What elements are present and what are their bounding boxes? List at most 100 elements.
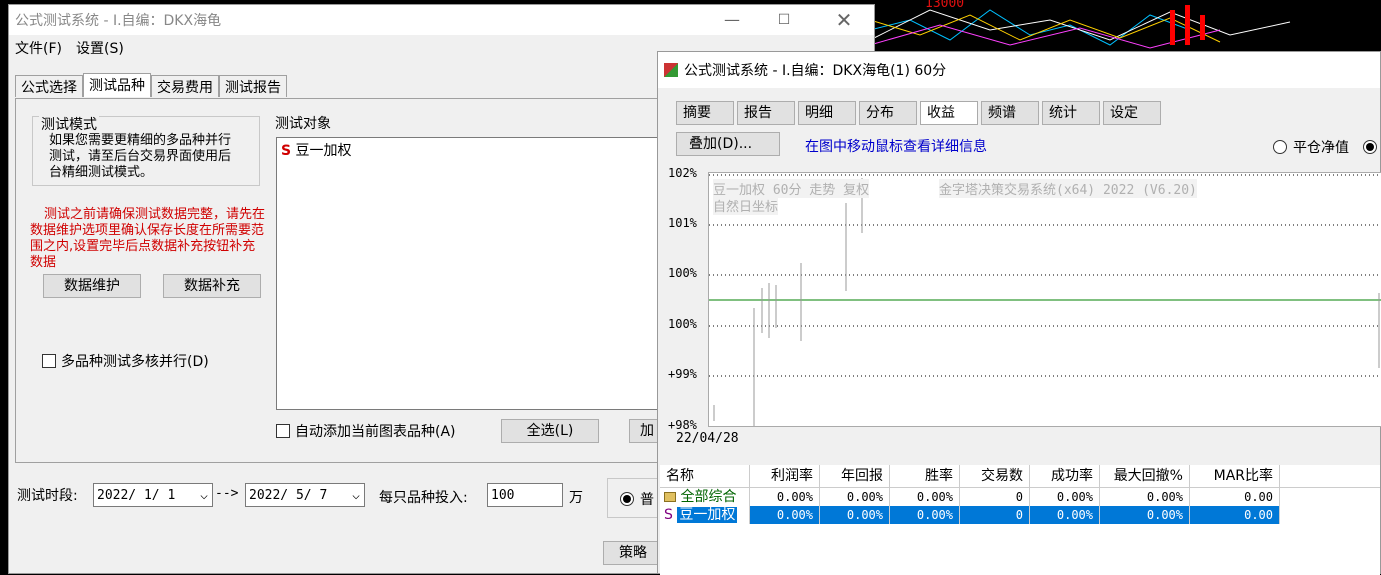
tab-detail[interactable]: 明细	[798, 101, 856, 125]
cell: 0.00%	[890, 488, 960, 506]
mode-text: 如果您需要更精细的多品种并行测试，请至后台交易界面使用后台精细测试模式。	[49, 133, 232, 180]
close-value-radio[interactable]	[1273, 140, 1287, 154]
tab-bar: 公式选择 测试品种 交易费用 测试报告	[15, 73, 287, 97]
y-tick: 101%	[668, 216, 697, 230]
tab-fees[interactable]: 交易费用	[151, 75, 219, 97]
result-table: 名称 利润率 年回报 胜率 交易数 成功率 最大回撤% MAR比率 全部综合 0…	[660, 465, 1380, 575]
cell: 0.00%	[750, 506, 820, 524]
close-value-label: 平仓净值	[1293, 140, 1349, 156]
overlay-button[interactable]: 叠加(D)...	[676, 132, 780, 156]
table-header: 名称 利润率 年回报 胜率 交易数 成功率 最大回撤% MAR比率	[660, 465, 1380, 488]
tab-report-2[interactable]: 报告	[737, 101, 795, 125]
cell: 0.00%	[1030, 506, 1100, 524]
tab-returns[interactable]: 收益	[920, 101, 978, 125]
chevron-down-icon: ⌵	[352, 487, 360, 503]
y-tick: 100%	[668, 266, 697, 280]
strategy-button[interactable]: 策略	[603, 541, 663, 565]
period-label: 测试时段:	[17, 488, 78, 504]
tab-formula[interactable]: 公式选择	[15, 75, 83, 97]
row-name-text: 全部综合	[680, 489, 737, 505]
invest-unit: 万	[569, 490, 583, 506]
auto-add-option[interactable]: 自动添加当前图表品种(A)	[276, 421, 456, 441]
menu-settings[interactable]: 设置(S)	[76, 38, 124, 58]
bg-price-label: 13000	[925, 0, 965, 11]
tab-spectrum[interactable]: 频谱	[981, 101, 1039, 125]
y-tick: 100%	[668, 317, 697, 331]
mode-title: 测试模式	[39, 114, 99, 134]
normal-mode-label: 普	[640, 492, 654, 508]
row-tag: S	[664, 507, 673, 523]
cell: 0.00%	[820, 506, 890, 524]
row-name: S 豆一加权	[660, 506, 750, 524]
tab-report[interactable]: 测试报告	[219, 75, 287, 97]
invest-value: 100	[491, 487, 515, 503]
date-from-select[interactable]: 2022/ 1/ 1 ⌵	[93, 483, 213, 507]
table-row[interactable]: S 豆一加权 0.00% 0.00% 0.00% 0 0.00% 0.00% 0…	[660, 506, 1380, 524]
auto-add-label: 自动添加当前图表品种(A)	[295, 424, 456, 440]
chevron-down-icon: ⌵	[200, 487, 208, 503]
close-value-option[interactable]: 平仓净值	[1273, 137, 1377, 157]
auto-add-checkbox[interactable]	[276, 424, 290, 438]
tab-distribution[interactable]: 分布	[859, 101, 917, 125]
warning-text: 测试之前请确保测试数据完整，请先在数据维护选项里确认保存长度在所需要范围之内,设…	[30, 207, 266, 270]
normal-mode-radio[interactable]	[620, 491, 634, 507]
app-icon	[664, 63, 678, 77]
cell: 0.00%	[750, 488, 820, 506]
close-icon[interactable]: ✕	[821, 7, 867, 33]
tab-settings[interactable]: 设定	[1103, 101, 1161, 125]
equity-chart[interactable]: 豆一加权 60分 走势 复权 金字塔决策交易系统(x64) 2022 (V6.2…	[708, 172, 1381, 427]
col-profit[interactable]: 利润率	[750, 465, 820, 487]
tab-instrument[interactable]: 测试品种	[83, 73, 151, 97]
target-title: 测试对象	[275, 116, 331, 132]
date-from-value: 2022/ 1/ 1	[97, 487, 176, 503]
minimize-icon[interactable]: —	[709, 7, 755, 33]
title-bar-2: 公式测试系统 - I.自编：DKX海龟(1) 60分	[658, 52, 1380, 88]
target-tag: S	[281, 143, 292, 159]
multi-core-option[interactable]: 多品种测试多核并行(D)	[42, 351, 209, 371]
invest-input[interactable]: 100	[487, 483, 563, 507]
cell: 0.00%	[1100, 506, 1190, 524]
cell: 0.00	[1190, 488, 1280, 506]
list-item[interactable]: S 豆一加权	[277, 138, 663, 162]
cell: 0	[960, 488, 1030, 506]
cell: 0.00%	[1030, 488, 1100, 506]
cell: 0.00%	[890, 506, 960, 524]
chart-axis-mode: 自然日坐标	[713, 196, 779, 215]
background-left-strip	[0, 0, 8, 574]
data-supplement-button[interactable]: 数据补充	[163, 274, 261, 298]
col-success[interactable]: 成功率	[1030, 465, 1100, 487]
tab-summary[interactable]: 摘要	[676, 101, 734, 125]
table-row[interactable]: 全部综合 0.00% 0.00% 0.00% 0 0.00% 0.00% 0.0…	[660, 488, 1380, 506]
hint-text: 在图中移动鼠标查看详细信息	[805, 139, 987, 155]
window-title-2: 公式测试系统 - I.自编：DKX海龟(1) 60分	[684, 63, 947, 79]
date-to-select[interactable]: 2022/ 5/ 7 ⌵	[245, 483, 365, 507]
menu-file[interactable]: 文件(F)	[15, 38, 62, 58]
x-tick: 22/04/28	[676, 431, 739, 446]
col-mar[interactable]: MAR比率	[1190, 465, 1280, 487]
col-drawdown[interactable]: 最大回撤%	[1100, 465, 1190, 487]
folder-icon	[664, 492, 676, 502]
y-tick: 102%	[668, 166, 697, 180]
col-name[interactable]: 名称	[660, 465, 750, 487]
col-annual[interactable]: 年回报	[820, 465, 890, 487]
invest-label: 每只品种投入:	[379, 490, 468, 506]
mode-group: 测试模式 如果您需要更精细的多品种并行测试，请至后台交易界面使用后台精细测试模式…	[32, 114, 260, 186]
result-tabs: 摘要 报告 明细 分布 收益 频谱 统计 设定	[676, 101, 1161, 125]
other-radio[interactable]	[1363, 140, 1377, 154]
row-name-text: 豆一加权	[677, 507, 738, 523]
select-all-button[interactable]: 全选(L)	[501, 419, 599, 443]
maximize-icon[interactable]: ☐	[761, 7, 807, 33]
cell: 0	[960, 506, 1030, 524]
target-item-name: 豆一加权	[295, 143, 352, 159]
tab-statistics[interactable]: 统计	[1042, 101, 1100, 125]
col-winrate[interactable]: 胜率	[890, 465, 960, 487]
target-list[interactable]: S 豆一加权	[276, 137, 664, 410]
test-result-window: 公式测试系统 - I.自编：DKX海龟(1) 60分 摘要 报告 明细 分布 收…	[657, 51, 1381, 575]
cell: 0.00	[1190, 506, 1280, 524]
col-trades[interactable]: 交易数	[960, 465, 1030, 487]
data-maintain-button[interactable]: 数据维护	[43, 274, 141, 298]
cell: 0.00%	[820, 488, 890, 506]
multi-core-label: 多品种测试多核并行(D)	[61, 354, 209, 370]
y-tick: +98%	[668, 418, 697, 432]
multi-core-checkbox[interactable]	[42, 354, 56, 368]
